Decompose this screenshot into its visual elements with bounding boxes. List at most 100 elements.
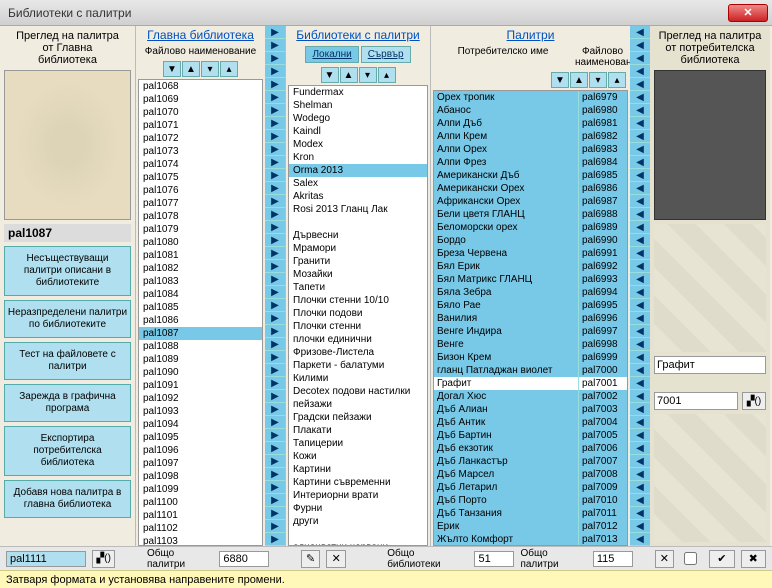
chevron-right-icon[interactable]: ▶ — [265, 221, 285, 234]
list-item[interactable]: pal1078 — [139, 210, 262, 223]
list-item[interactable]: Бреза Червена — [434, 247, 578, 260]
chevron-right-icon[interactable]: ◀ — [630, 26, 650, 39]
side-button-4[interactable]: Експортира потребителска библиотека — [4, 426, 131, 476]
list-item[interactable]: pal1090 — [139, 366, 262, 379]
chevron-right-icon[interactable]: ▶ — [265, 429, 285, 442]
chevron-right-icon[interactable]: ◀ — [630, 416, 650, 429]
list-item[interactable]: pal1102 — [139, 522, 262, 535]
chevron-right-icon[interactable]: ◀ — [630, 52, 650, 65]
chevron-right-icon[interactable]: ▶ — [265, 442, 285, 455]
list-item[interactable]: Жълто Комфорт — [434, 533, 578, 545]
chevron-right-icon[interactable]: ▶ — [265, 338, 285, 351]
list-item[interactable]: Orma 2013 — [289, 164, 427, 177]
list-item[interactable]: Kron — [289, 151, 427, 164]
list-item[interactable]: pal6981 — [579, 117, 627, 130]
sort-desc-icon[interactable]: ▲ — [570, 72, 588, 88]
list-item[interactable]: Плочки подови — [289, 307, 427, 320]
list-item[interactable]: pal1101 — [139, 509, 262, 522]
chevron-right-icon[interactable]: ◀ — [630, 78, 650, 91]
list-item[interactable]: pal6988 — [579, 208, 627, 221]
chevron-right-icon[interactable]: ▶ — [265, 312, 285, 325]
list-item[interactable]: pal6985 — [579, 169, 627, 182]
list-item[interactable]: Дървесни — [289, 229, 427, 242]
list-item[interactable]: pal1094 — [139, 418, 262, 431]
list-item[interactable]: Shelman — [289, 99, 427, 112]
list-item[interactable]: pal1070 — [139, 106, 262, 119]
list-item[interactable]: pal1095 — [139, 431, 262, 444]
list-item[interactable]: pal1080 — [139, 236, 262, 249]
list-item[interactable]: Орех тропик — [434, 91, 578, 104]
chevron-right-icon[interactable]: ▶ — [265, 494, 285, 507]
delete-icon-2[interactable]: ✕ — [655, 550, 675, 568]
list-item[interactable]: Мозайки — [289, 268, 427, 281]
chevron-right-icon[interactable]: ▶ — [265, 65, 285, 78]
list-item[interactable]: Килими — [289, 372, 427, 385]
chevron-right-icon[interactable]: ◀ — [630, 117, 650, 130]
sort-desc-icon[interactable]: ▲ — [340, 67, 358, 83]
list-item[interactable]: pal1074 — [139, 158, 262, 171]
chevron-right-icon[interactable]: ▶ — [265, 26, 285, 39]
chevron-right-icon[interactable]: ▶ — [265, 156, 285, 169]
chevron-right-icon[interactable]: ▶ — [265, 273, 285, 286]
list-item[interactable]: pal1079 — [139, 223, 262, 236]
list-item[interactable]: pal6995 — [579, 299, 627, 312]
list-item[interactable]: pal6986 — [579, 182, 627, 195]
list-item[interactable]: Алпи Дъб — [434, 117, 578, 130]
list-item[interactable]: pal6994 — [579, 286, 627, 299]
chevron-right-icon[interactable]: ▶ — [265, 468, 285, 481]
ok-button[interactable]: ✔ — [709, 550, 734, 568]
list-item[interactable]: pal7013 — [579, 533, 627, 545]
chevron-right-icon[interactable]: ◀ — [630, 481, 650, 494]
list-item[interactable]: pal1077 — [139, 197, 262, 210]
list-item[interactable]: pal1086 — [139, 314, 262, 327]
chevron-right-icon[interactable]: ◀ — [630, 390, 650, 403]
list-item[interactable]: pal1073 — [139, 145, 262, 158]
chevron-right-icon[interactable]: ▶ — [265, 455, 285, 468]
hatch-button-2[interactable]: ▞() — [92, 550, 115, 568]
list-item[interactable]: Бели цветя ГЛАНЦ — [434, 208, 578, 221]
list-item[interactable]: Догал Хюс — [434, 390, 578, 403]
chevron-right-icon[interactable]: ◀ — [630, 195, 650, 208]
list-item[interactable]: pal7009 — [579, 481, 627, 494]
chevron-right-icon[interactable]: ▶ — [265, 234, 285, 247]
list-item[interactable]: Бизон Крем — [434, 351, 578, 364]
tab-server[interactable]: Сървър — [361, 46, 411, 63]
chevron-right-icon[interactable]: ▶ — [265, 182, 285, 195]
list-item[interactable]: pal6999 — [579, 351, 627, 364]
list-item[interactable]: pal1092 — [139, 392, 262, 405]
side-button-2[interactable]: Тест на файловете с палитри — [4, 342, 131, 380]
list-item[interactable]: pal6993 — [579, 273, 627, 286]
palette-libraries-list[interactable]: FundermaxShelmanWodegoKaindlModexKronOrm… — [288, 85, 428, 546]
list-item[interactable]: Картини съвременни — [289, 476, 427, 489]
expand-icon[interactable]: ▴ — [608, 72, 626, 88]
sort-asc-icon[interactable]: ▼ — [321, 67, 339, 83]
list-item[interactable]: pal1068 — [139, 80, 262, 93]
list-item[interactable]: pal1083 — [139, 275, 262, 288]
list-item[interactable]: Rosi 2013 Гланц Лак — [289, 203, 427, 216]
chevron-right-icon[interactable]: ◀ — [630, 260, 650, 273]
list-item[interactable]: pal1084 — [139, 288, 262, 301]
list-item[interactable]: Бяло Рае — [434, 299, 578, 312]
chevron-right-icon[interactable]: ▶ — [265, 91, 285, 104]
list-item[interactable]: pal7002 — [579, 390, 627, 403]
list-item[interactable]: pal6987 — [579, 195, 627, 208]
list-item[interactable]: Алпи Фрез — [434, 156, 578, 169]
chevron-right-icon[interactable]: ◀ — [630, 312, 650, 325]
list-item[interactable]: pal6983 — [579, 143, 627, 156]
list-item[interactable]: Дъб Бартин — [434, 429, 578, 442]
chevron-right-icon[interactable]: ◀ — [630, 182, 650, 195]
chevron-right-icon[interactable]: ◀ — [630, 286, 650, 299]
list-item[interactable]: pal7000 — [579, 364, 627, 377]
list-item[interactable]: pal6989 — [579, 221, 627, 234]
chevron-right-icon[interactable]: ▶ — [265, 195, 285, 208]
chevron-right-icon[interactable]: ▶ — [265, 377, 285, 390]
chevron-right-icon[interactable]: ◀ — [630, 65, 650, 78]
chevron-right-icon[interactable]: ▶ — [265, 325, 285, 338]
main-library-header[interactable]: Главна библиотека — [147, 28, 254, 42]
chevron-right-icon[interactable]: ▶ — [265, 260, 285, 273]
list-item[interactable]: Плочки стенни — [289, 320, 427, 333]
sort-asc-icon[interactable]: ▼ — [163, 61, 181, 77]
list-item[interactable]: pal1089 — [139, 353, 262, 366]
chevron-right-icon[interactable]: ◀ — [630, 104, 650, 117]
list-item[interactable]: Дъб Антик — [434, 416, 578, 429]
